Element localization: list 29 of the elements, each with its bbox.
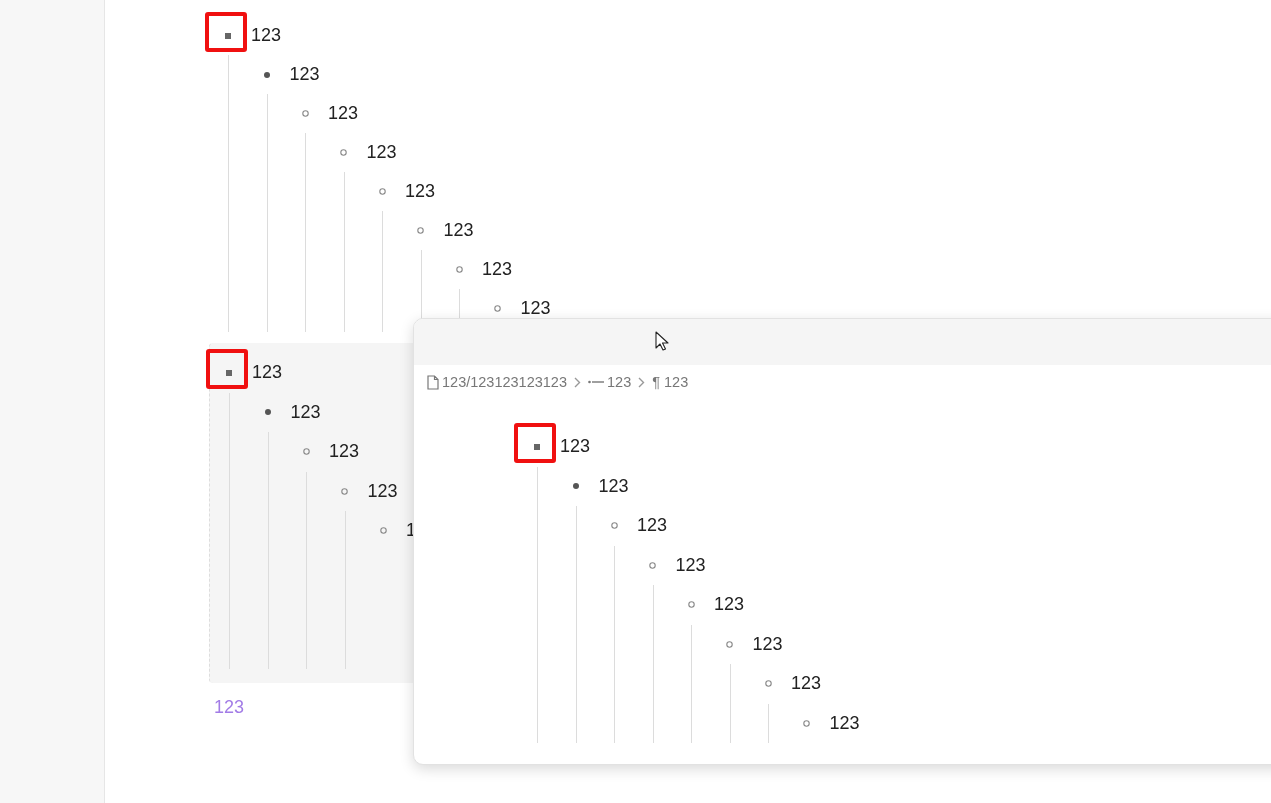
item-text: 123: [752, 633, 783, 655]
cursor-icon: [655, 331, 669, 351]
item-text: 123: [366, 142, 397, 163]
breadcrumb-item[interactable]: 123: [607, 374, 632, 390]
item-text: 123: [637, 515, 668, 537]
chevron-icon: [574, 376, 581, 388]
link-text[interactable]: 123: [214, 697, 245, 718]
item-text: 123: [289, 64, 320, 85]
item-text: 123: [367, 480, 398, 502]
item-text: 123: [598, 475, 629, 497]
item-text: 123: [520, 298, 551, 319]
item-text: 123: [251, 25, 282, 46]
item-text: 123: [675, 554, 706, 576]
item-text: 123: [252, 362, 283, 384]
file-icon: [427, 374, 439, 390]
item-text: 123: [714, 594, 745, 616]
item-text: 123: [405, 181, 436, 202]
item-text: 123: [560, 436, 591, 458]
list-item-icon: [588, 379, 604, 385]
item-text: 123: [443, 220, 474, 241]
item-text: 123: [329, 441, 360, 463]
item-text: 123: [829, 712, 860, 734]
item-text: 123: [482, 259, 513, 280]
item-text: 123: [290, 401, 321, 423]
item-text: 123: [328, 103, 359, 124]
chevron-icon: [638, 376, 646, 388]
breadcrumb-item[interactable]: 123/123123123123: [442, 374, 567, 390]
breadcrumb-item[interactable]: ¶ 123: [652, 374, 689, 390]
item-text: 123: [791, 673, 822, 695]
